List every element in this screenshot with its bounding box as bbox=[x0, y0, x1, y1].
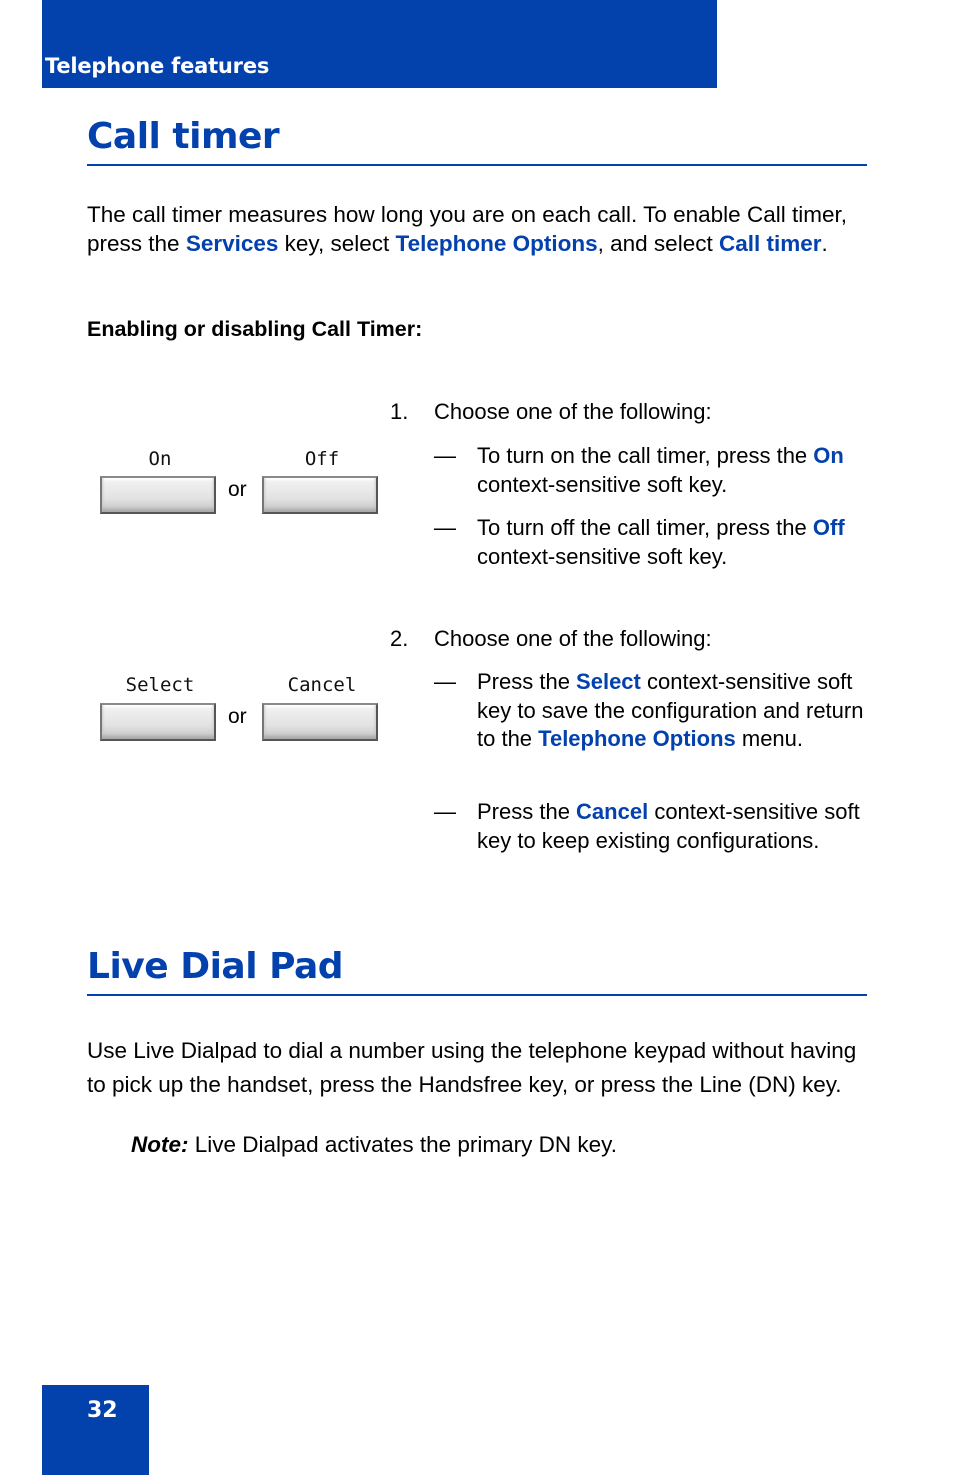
title-rule bbox=[87, 164, 867, 166]
call-timer-title: Call timer bbox=[87, 116, 280, 157]
title-rule bbox=[87, 994, 867, 996]
section-label: Telephone features bbox=[45, 54, 270, 78]
bullet-cancel: Press the Cancel context-sensitive soft … bbox=[477, 798, 867, 855]
dash: — bbox=[434, 515, 456, 540]
cancel-softkey-button[interactable] bbox=[262, 703, 378, 741]
select-key-ref: Select bbox=[576, 669, 641, 694]
intro-text: key, select bbox=[278, 230, 396, 256]
off-softkey-label: Off bbox=[304, 448, 340, 470]
step-text: Choose one of the following: bbox=[434, 399, 712, 424]
note: Note: Live Dialpad activates the primary… bbox=[131, 1132, 617, 1158]
bullet-text: To turn off the call timer, press the bbox=[477, 515, 813, 540]
off-key-ref: Off bbox=[812, 515, 845, 540]
select-softkey-button[interactable] bbox=[100, 703, 216, 741]
bullet-select: Press the Select context-sensitive soft … bbox=[477, 668, 867, 754]
dash: — bbox=[434, 443, 456, 468]
bullet-text: Press the bbox=[477, 669, 577, 694]
bullet-text: Press the bbox=[477, 799, 577, 824]
dash: — bbox=[434, 799, 456, 824]
bullet-text: menu. bbox=[735, 726, 804, 751]
call-timer-intro: The call timer measures how long you are… bbox=[87, 201, 867, 258]
cancel-key-ref: Cancel bbox=[576, 799, 649, 824]
intro-text: , and select bbox=[597, 230, 719, 256]
step-number: 1. bbox=[390, 399, 409, 424]
on-softkey-label: On bbox=[148, 448, 172, 470]
select-softkey-label: Select bbox=[125, 674, 195, 696]
dash: — bbox=[434, 669, 456, 694]
step-number: 2. bbox=[390, 626, 409, 651]
note-label: Note: bbox=[131, 1132, 189, 1157]
off-softkey-button[interactable] bbox=[262, 476, 378, 514]
telephone-options-ref: Telephone Options bbox=[538, 726, 736, 751]
live-dial-pad-title: Live Dial Pad bbox=[87, 946, 344, 987]
cancel-softkey-label: Cancel bbox=[287, 674, 357, 696]
telephone-options-ref: Telephone Options bbox=[395, 230, 598, 256]
services-key-ref: Services bbox=[185, 230, 279, 256]
bullet-text: context-sensitive soft key. bbox=[477, 471, 728, 497]
intro-text: . bbox=[821, 230, 828, 256]
live-dial-pad-body: Use Live Dialpad to dial a number using … bbox=[87, 1038, 857, 1097]
call-timer-ref: Call timer bbox=[718, 230, 822, 256]
or-text: or bbox=[228, 478, 247, 501]
bullet-turn-off: To turn off the call timer, press the Of… bbox=[477, 514, 867, 571]
note-text: Live Dialpad activates the primary DN ke… bbox=[188, 1132, 617, 1157]
step-text: Choose one of the following: bbox=[434, 626, 712, 651]
page-number: 32 bbox=[87, 1398, 118, 1423]
on-key-ref: On bbox=[813, 443, 844, 468]
bullet-text: To turn on the call timer, press the bbox=[477, 443, 814, 468]
bullet-text: context-sensitive soft key. bbox=[477, 543, 728, 569]
or-text: or bbox=[228, 705, 247, 728]
subheading: Enabling or disabling Call Timer: bbox=[87, 317, 423, 341]
bullet-turn-on: To turn on the call timer, press the On … bbox=[477, 442, 867, 499]
on-softkey-button[interactable] bbox=[100, 476, 216, 514]
